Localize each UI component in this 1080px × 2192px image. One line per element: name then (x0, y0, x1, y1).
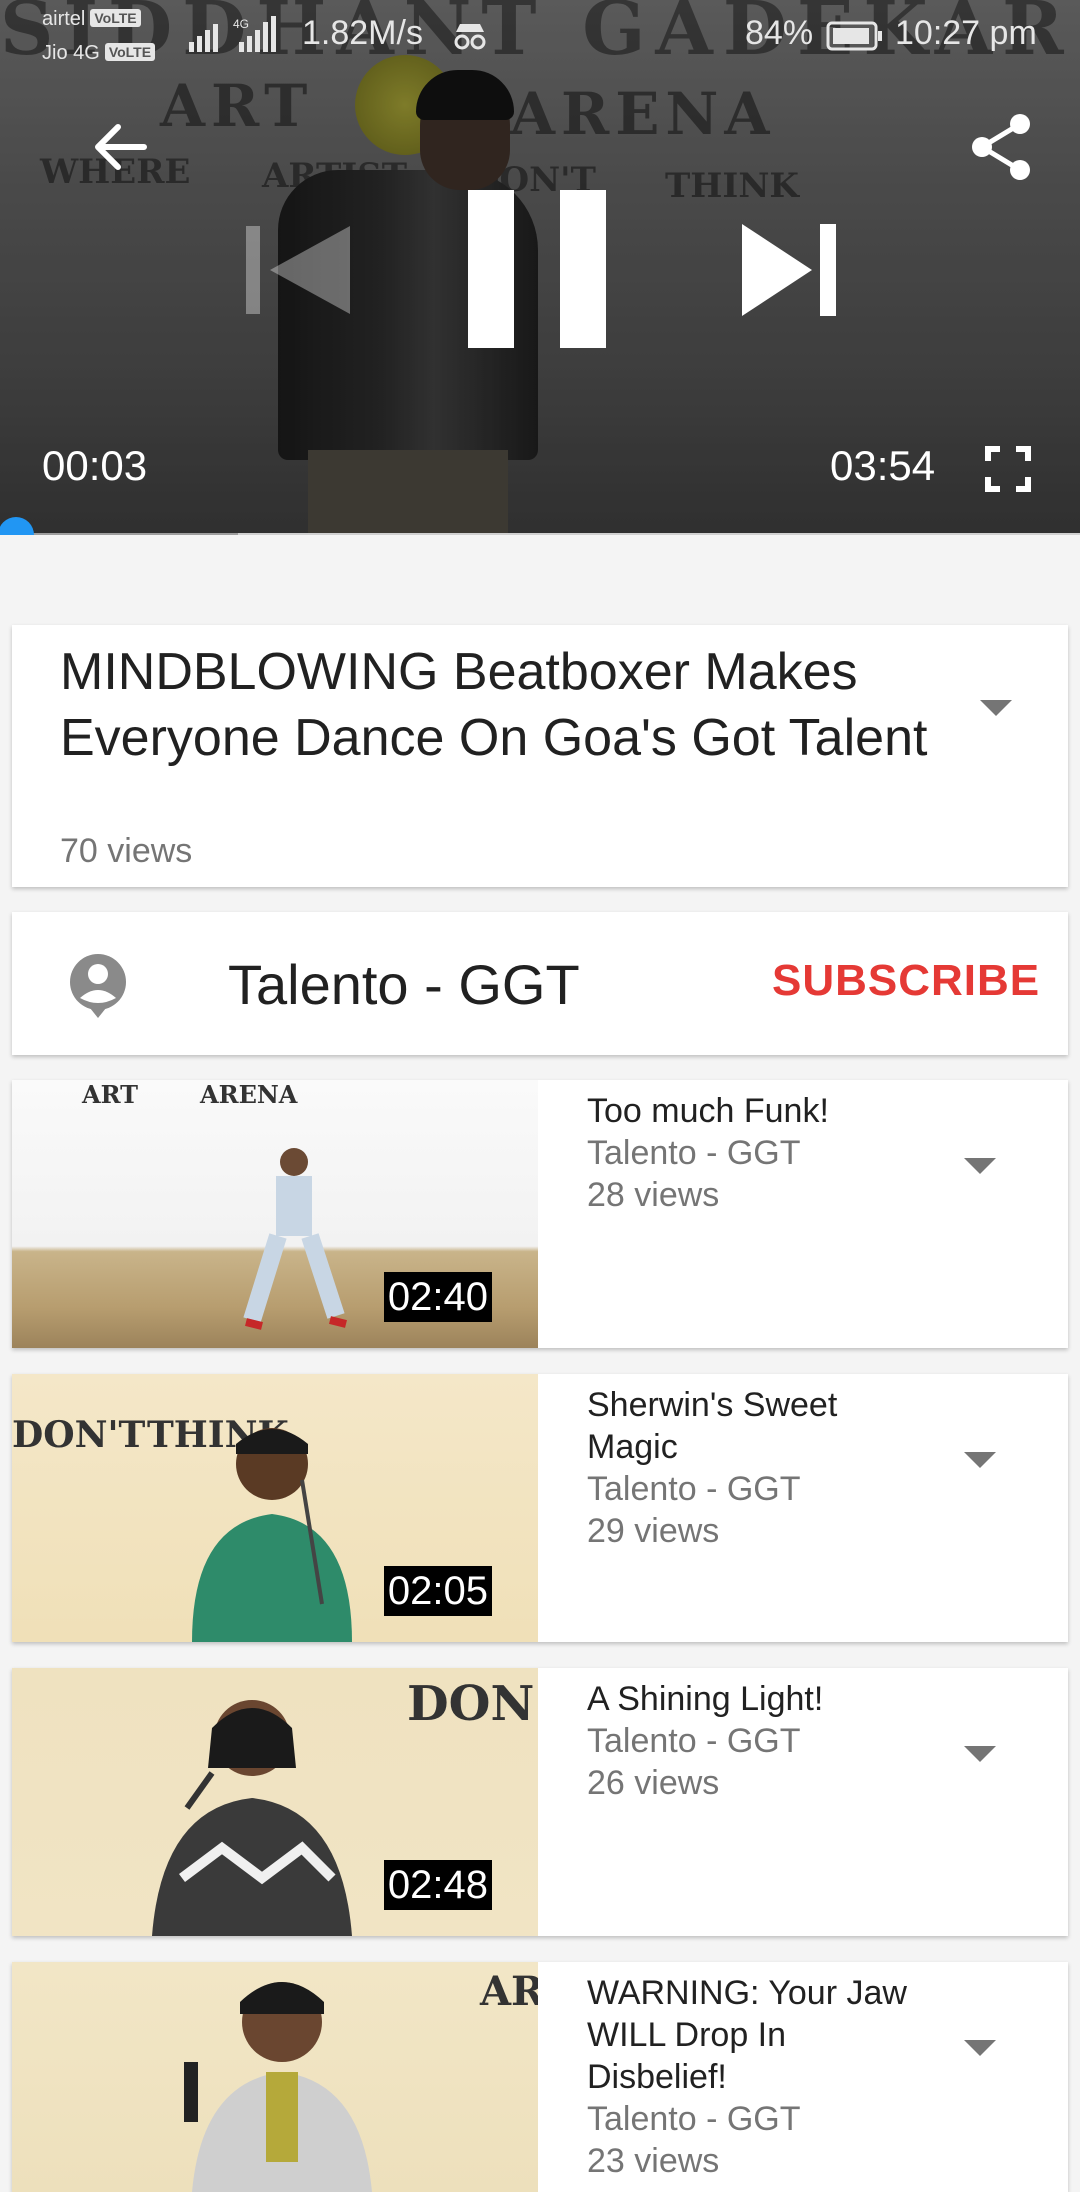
next-icon[interactable] (740, 222, 840, 318)
video-duration: 03:54 (830, 442, 936, 489)
fullscreen-icon[interactable] (985, 446, 1031, 492)
related-video-title: Too much Funk! (587, 1092, 829, 1130)
channel-card: Talento - GGT SUBSCRIBE (12, 912, 1068, 1055)
video-views: 70 views (60, 832, 193, 870)
battery-percent: 84% (745, 14, 814, 52)
pause-icon[interactable] (468, 190, 610, 350)
video-info-card: MINDBLOWING Beatboxer Makes Everyone Dan… (12, 625, 1068, 887)
related-video-item[interactable]: DON'T 02:48 A Shining Light! Talento - G… (12, 1668, 1068, 1936)
related-video-channel: Talento - GGT (587, 2100, 801, 2138)
video-thumbnail[interactable]: ARTIST (12, 1962, 538, 2192)
svg-text:4G: 4G (233, 17, 249, 31)
related-video-channel: Talento - GGT (587, 1722, 801, 1760)
thumbnail-duration: 02:05 (383, 1566, 492, 1616)
related-video-views: 29 views (587, 1512, 720, 1550)
share-icon[interactable] (970, 112, 1034, 182)
operator-1: airtel VoLTE (42, 8, 141, 31)
status-bar: airtelVoLTE Jio 4GVoLTE 4G 1.82M/s 84% (0, 0, 1080, 70)
signal-icon: 4G (189, 16, 276, 52)
network-speed: 1.82M/s (302, 14, 423, 52)
video-thumbnail[interactable]: DON'T 02:48 (12, 1668, 538, 1936)
related-video-channel: Talento - GGT (587, 1470, 801, 1508)
related-video-title: Sherwin's Sweet Magic (587, 1386, 838, 1466)
related-video-item[interactable]: DON'T THINK 02:05 Sherwin's Sweet Magic … (12, 1374, 1068, 1642)
related-video-views: 28 views (587, 1176, 720, 1214)
channel-name[interactable]: Talento - GGT (228, 952, 580, 1017)
item-menu-icon[interactable] (964, 1158, 996, 1174)
current-time: 00:03 (42, 442, 148, 489)
video-thumbnail[interactable]: DON'T THINK 02:05 (12, 1374, 538, 1642)
related-video-title: A Shining Light! (587, 1680, 824, 1718)
seek-bar[interactable] (0, 517, 1080, 535)
related-video-channel: Talento - GGT (587, 1134, 801, 1172)
expand-description-icon[interactable] (980, 700, 1012, 716)
back-arrow-icon[interactable] (88, 115, 152, 179)
related-video-item[interactable]: ART ARENA 02:40 Too much Funk! Talento -… (12, 1080, 1068, 1348)
subscribe-button[interactable]: SUBSCRIBE (772, 956, 1040, 1006)
clock: 10:27 pm (895, 14, 1037, 52)
item-menu-icon[interactable] (964, 1746, 996, 1762)
related-video-item[interactable]: ARTIST WARNING: Your Jaw WILL Drop In Di… (12, 1962, 1068, 2192)
related-video-views: 26 views (587, 1764, 720, 1802)
related-video-views: 23 views (587, 2142, 720, 2180)
account-avatar-icon[interactable] (68, 952, 128, 1018)
video-thumbnail[interactable]: ART ARENA 02:40 (12, 1080, 538, 1348)
thumbnail-duration: 02:40 (383, 1272, 492, 1322)
video-player[interactable]: SIDDHANT GADEKAR ART ARENA WHERE ARTIST … (0, 0, 1080, 535)
operator-2: Jio 4G VoLTE (42, 42, 156, 65)
previous-icon[interactable] (240, 220, 360, 320)
buffered-progress (0, 533, 238, 535)
related-video-title: WARNING: Your Jaw WILL Drop In Disbelief… (587, 1974, 907, 2096)
item-menu-icon[interactable] (964, 2040, 996, 2056)
thumbnail-duration: 02:48 (383, 1860, 492, 1910)
item-menu-icon[interactable] (964, 1452, 996, 1468)
video-title: MINDBLOWING Beatboxer Makes Everyone Dan… (60, 643, 928, 767)
battery-icon (826, 21, 882, 51)
incognito-icon (454, 24, 486, 50)
